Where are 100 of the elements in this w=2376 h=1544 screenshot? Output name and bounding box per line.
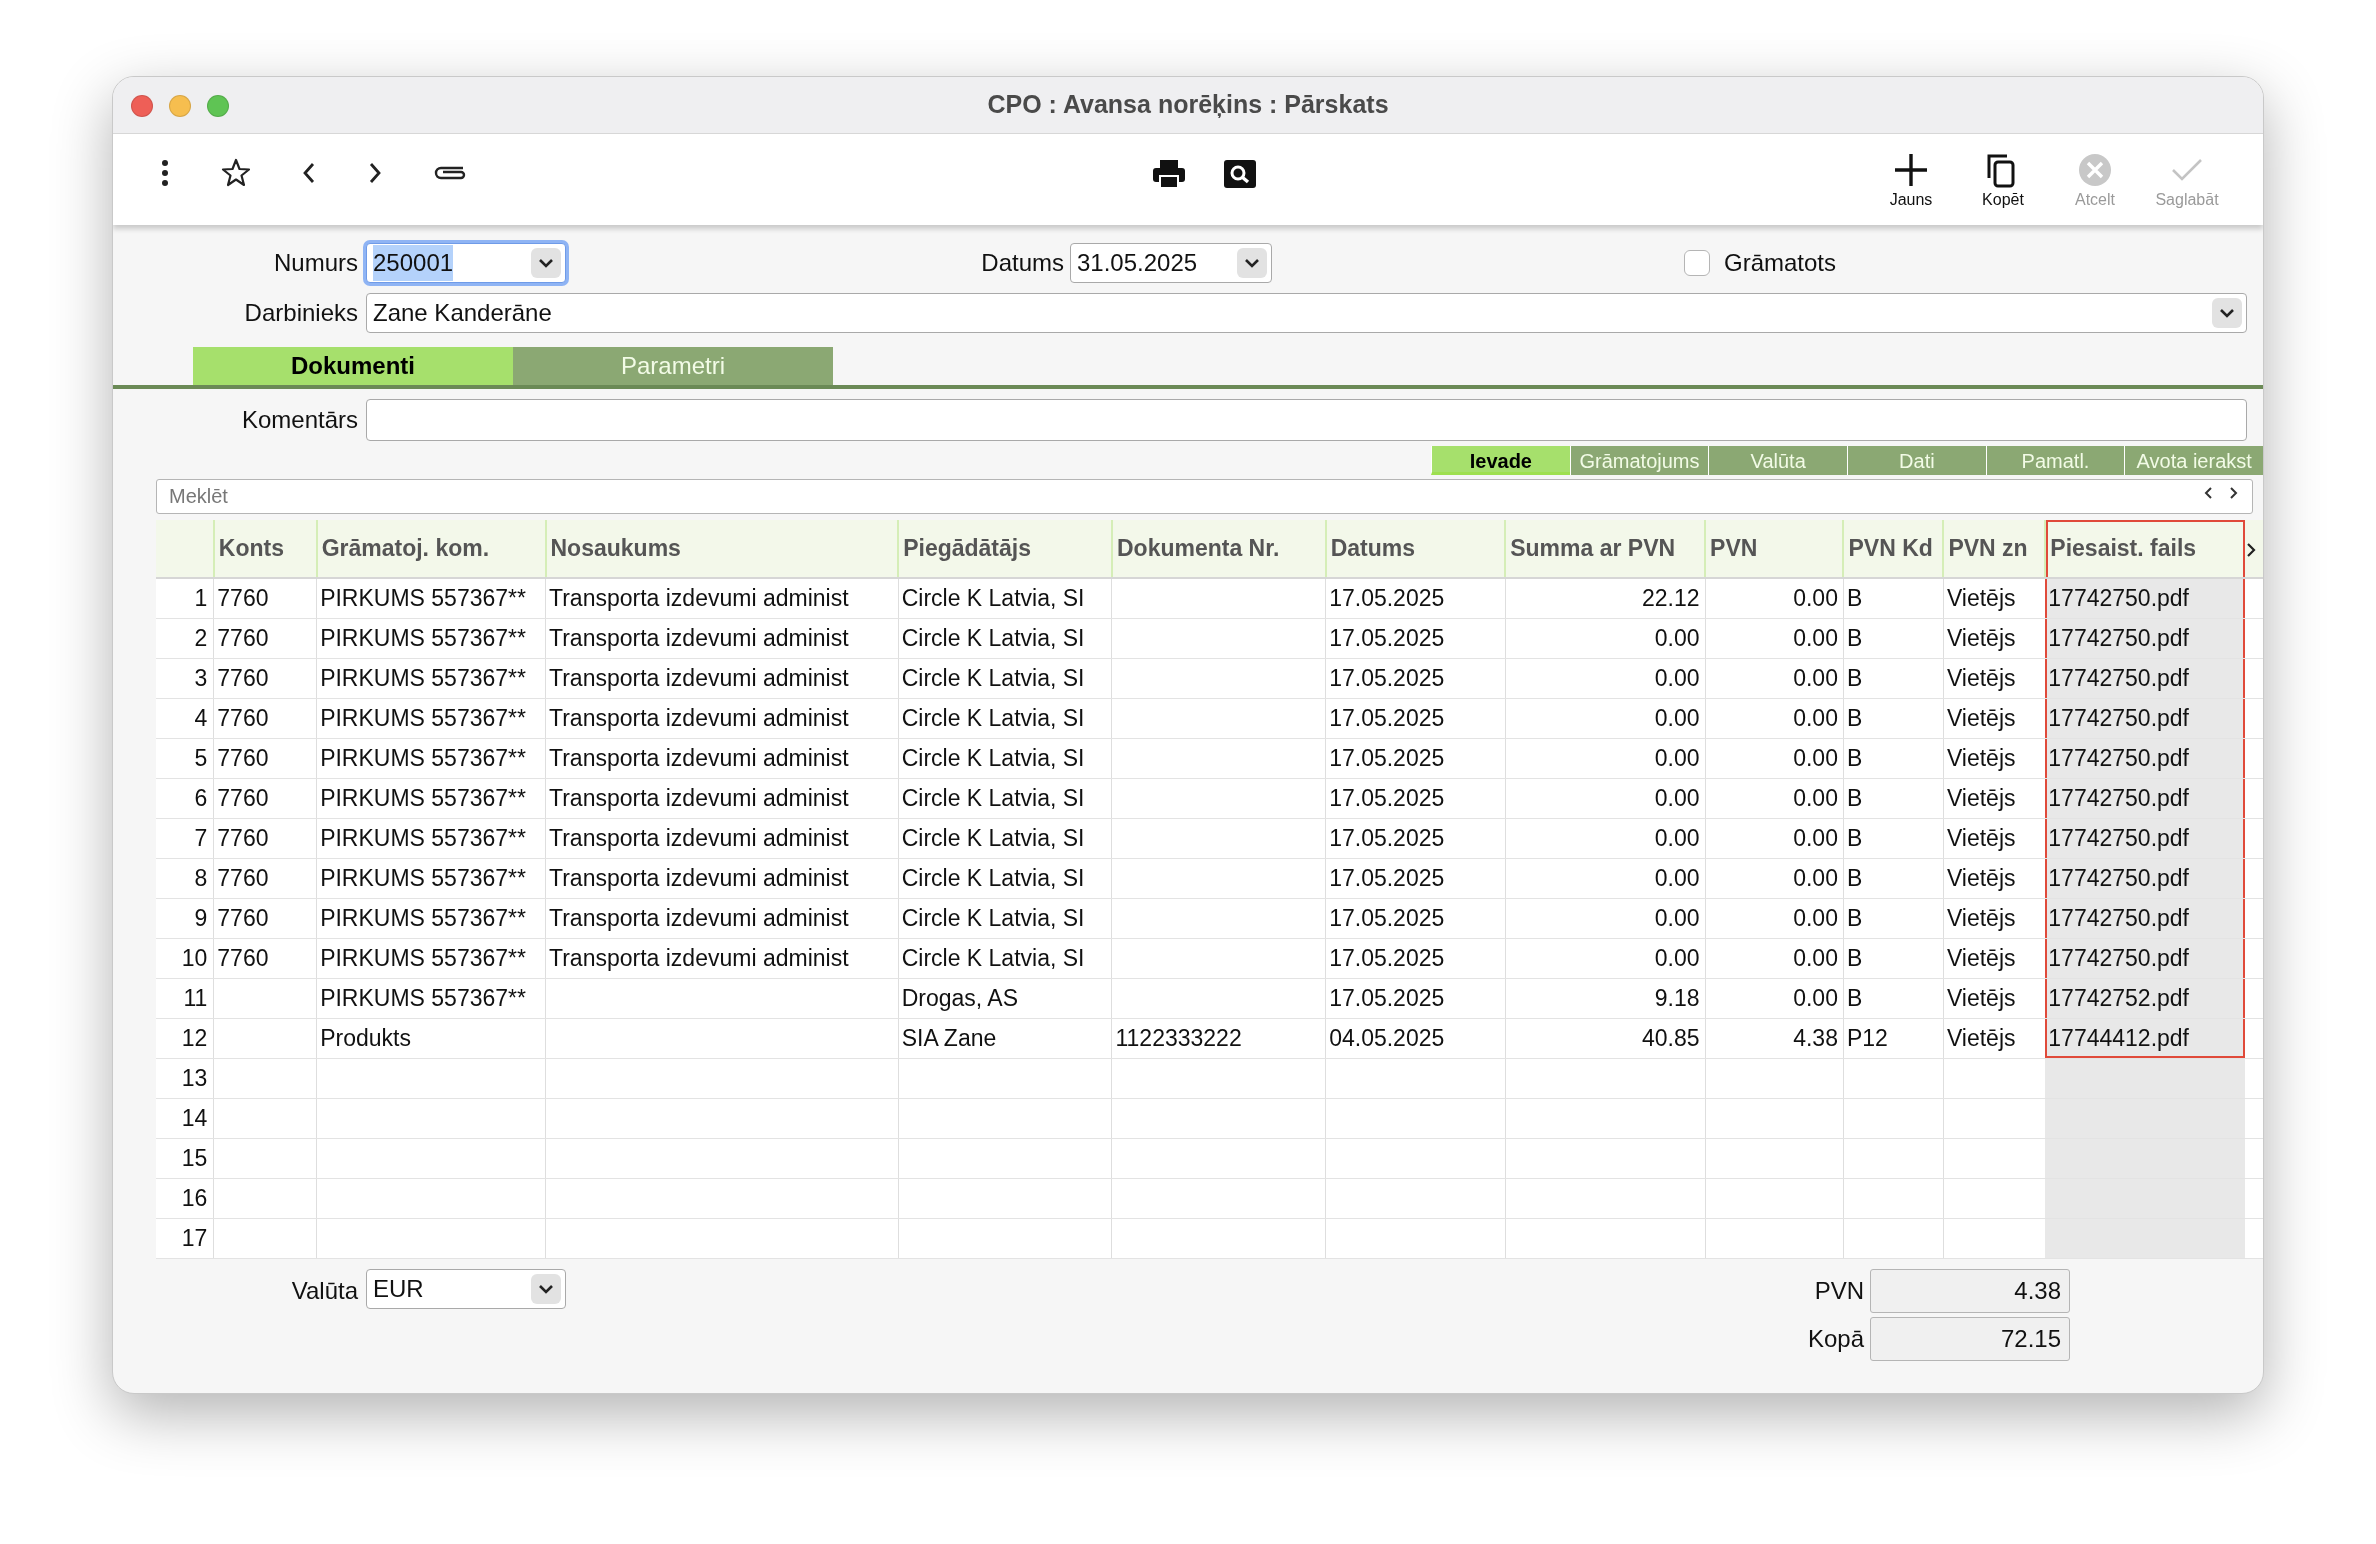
row-number: 15	[156, 1138, 214, 1178]
column-header[interactable]: Nosaukums	[545, 520, 899, 578]
table-cell: PIRKUMS 557367**	[316, 938, 546, 978]
plus-icon	[1893, 152, 1929, 188]
table-cell: 7760	[213, 658, 317, 698]
column-header[interactable]: Summa ar PVN	[1505, 520, 1706, 578]
table-cell: 17.05.2025	[1325, 698, 1506, 738]
column-header[interactable]: PVN	[1705, 520, 1844, 578]
currency-select[interactable]: EUR	[366, 1268, 566, 1309]
amount-field: 72.15	[1870, 1316, 2070, 1361]
table-cell: PIRKUMS 557367**	[316, 698, 546, 738]
table-cell: 17742750.pdf	[2045, 738, 2245, 778]
row-number: 7	[156, 818, 214, 858]
table-cell: 22.12	[1505, 578, 1706, 618]
chevron-right-icon	[2244, 542, 2257, 559]
checkbox[interactable]	[1684, 250, 1710, 276]
number-field[interactable]: 250001	[366, 243, 566, 283]
new-button[interactable]: Jauns	[1865, 148, 1957, 216]
table-cell: Circle K Latvia, SI	[898, 858, 1112, 898]
chevron-down-icon	[1244, 258, 1260, 268]
date-field[interactable]: 31.05.2025	[1070, 243, 1272, 283]
row-number: 5	[156, 738, 214, 778]
table-cell: Circle K Latvia, SI	[898, 738, 1112, 778]
chevron-right-icon	[367, 161, 383, 185]
table-cell: 17.05.2025	[1325, 818, 1506, 858]
table-cell: 0.00	[1705, 578, 1844, 618]
table-cell: B	[1843, 578, 1944, 618]
column-header[interactable]: Datums	[1325, 520, 1506, 578]
table-cell: Circle K Latvia, SI	[898, 618, 1112, 658]
table-cell: 17742750.pdf	[2045, 618, 2245, 658]
column-header[interactable]: Piegādātājs	[898, 520, 1112, 578]
table-cell: 0.00	[1505, 738, 1706, 778]
chevron-down-icon	[2219, 308, 2235, 318]
table-cell: PIRKUMS 557367**	[316, 898, 546, 938]
table-cell: 7760	[213, 858, 317, 898]
table-cell: B	[1843, 858, 1944, 898]
field-label: Darbinieks	[243, 298, 359, 328]
column-header[interactable]: Grāmatoj. kom.	[316, 520, 546, 578]
table-cell: 17.05.2025	[1325, 898, 1506, 938]
table-cell: PIRKUMS 557367**	[316, 618, 546, 658]
row-number: 1	[156, 578, 214, 618]
column-header[interactable]: Konts	[213, 520, 317, 578]
table-cell: 17742750.pdf	[2045, 898, 2245, 938]
table-cell: 0.00	[1705, 938, 1844, 978]
table-cell: B	[1843, 658, 1944, 698]
row-number: 4	[156, 698, 214, 738]
table-cell: B	[1843, 618, 1944, 658]
table-cell: Transporta izdevumi administ	[545, 698, 899, 738]
table-cell: SIA Zane	[898, 1018, 1112, 1058]
table-cell: 04.05.2025	[1325, 1018, 1506, 1058]
tab[interactable]: Ievade	[1431, 446, 1570, 475]
dropdown-button[interactable]	[531, 248, 561, 278]
table-cell: 17744412.pdf	[2045, 1018, 2245, 1058]
table-cell: Transporta izdevumi administ	[545, 658, 899, 698]
row-number: 13	[156, 1058, 214, 1098]
row-number: 8	[156, 858, 214, 898]
dropdown-button[interactable]	[1237, 248, 1267, 278]
row-number: 9	[156, 898, 214, 938]
close-button[interactable]	[131, 95, 153, 117]
menu-icon	[159, 159, 171, 187]
star-icon	[221, 158, 251, 188]
table-cell: 7760	[213, 618, 317, 658]
tab[interactable]: Dokumenti	[193, 347, 513, 385]
table-cell: 0.00	[1505, 938, 1706, 978]
column-header[interactable]: Piesaist. fails	[2045, 520, 2245, 578]
checkbox-label: Grāmatots	[1724, 248, 1837, 278]
table-cell: Circle K Latvia, SI	[898, 898, 1112, 938]
dropdown-button[interactable]	[2212, 298, 2242, 328]
table-cell: B	[1843, 898, 1944, 938]
table-cell: 0.00	[1705, 658, 1844, 698]
copy-button[interactable]: Kopēt	[1957, 148, 2049, 216]
table-cell: 0.00	[1705, 738, 1844, 778]
table-cell: 40.85	[1505, 1018, 1706, 1058]
table-cell: 9.18	[1505, 978, 1706, 1018]
column-header[interactable]: Dokumenta Nr.	[1111, 520, 1326, 578]
table-cell: 17742752.pdf	[2045, 978, 2245, 1018]
amount-field: 4.38	[1870, 1268, 2070, 1313]
table-cell: B	[1843, 778, 1944, 818]
dropdown-button[interactable]	[531, 1273, 561, 1304]
table-cell: 7760	[213, 938, 317, 978]
column-header[interactable]: PVN zn	[1943, 520, 2046, 578]
table-cell: 0.00	[1505, 618, 1706, 658]
table-cell: 1122333222	[1111, 1018, 1326, 1058]
table-cell: 17.05.2025	[1325, 858, 1506, 898]
table-cell: 0.00	[1505, 658, 1706, 698]
employee-field[interactable]: Zane Kanderāne	[366, 293, 2247, 333]
column-header[interactable]: PVN Kd	[1843, 520, 1944, 578]
row-number: 10	[156, 938, 214, 978]
x-circle-icon	[2077, 152, 2113, 188]
table-cell: 17742750.pdf	[2045, 818, 2245, 858]
field-label: Valūta	[290, 1275, 359, 1306]
table-cell: 7760	[213, 698, 317, 738]
comment-field[interactable]	[366, 399, 2247, 441]
table-cell: PIRKUMS 557367**	[316, 658, 546, 698]
table-cell: 17742750.pdf	[2045, 658, 2245, 698]
search-field[interactable]: Meklēt	[156, 479, 2253, 514]
table-cell: 17.05.2025	[1325, 938, 1506, 978]
table-cell: 0.00	[1505, 898, 1706, 938]
table-cell: 0.00	[1505, 858, 1706, 898]
chevron-down-icon	[538, 1283, 554, 1294]
